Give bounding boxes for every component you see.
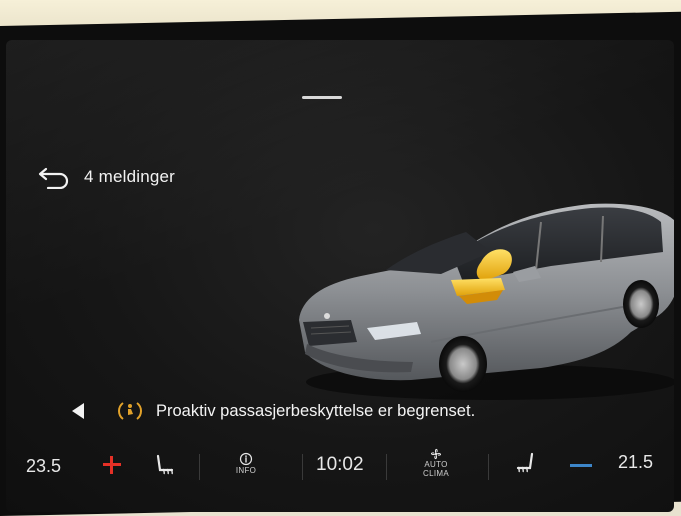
info-label: INFO bbox=[235, 466, 257, 475]
passenger-protection-warning-icon bbox=[118, 402, 142, 420]
pull-down-handle[interactable] bbox=[302, 96, 342, 99]
back-arrow-icon bbox=[38, 167, 69, 189]
clock: 10:02 bbox=[316, 454, 364, 475]
divider bbox=[386, 454, 387, 480]
climate-bar: 23.5 INFO 10:02 AUTO CLIMA 21.5 bbox=[6, 436, 674, 496]
previous-arrow-icon[interactable] bbox=[72, 403, 84, 419]
divider bbox=[199, 454, 200, 480]
auto-label: AUTO bbox=[424, 460, 448, 469]
plus-icon[interactable] bbox=[101, 454, 123, 476]
infotainment-screen: 4 meldinger Proaktiv passasjerbeskyttels… bbox=[6, 40, 674, 512]
info-icon bbox=[239, 452, 253, 466]
seat-heating-right-icon[interactable] bbox=[510, 450, 538, 478]
clima-label: CLIMA bbox=[423, 469, 449, 478]
messages-count-label: 4 meldinger bbox=[84, 167, 176, 186]
right-temperature[interactable]: 21.5 bbox=[618, 452, 653, 473]
auto-clima-button[interactable]: AUTO CLIMA bbox=[416, 448, 456, 478]
seat-heating-left-icon[interactable] bbox=[152, 452, 180, 480]
message-text: Proaktiv passasjerbeskyttelse er begrens… bbox=[156, 401, 476, 420]
left-temperature[interactable]: 23.5 bbox=[26, 456, 61, 477]
back-button[interactable]: 4 meldinger bbox=[38, 162, 175, 192]
car-illustration bbox=[299, 203, 674, 400]
info-button[interactable]: INFO bbox=[228, 452, 264, 475]
divider bbox=[302, 454, 303, 480]
message-row: Proaktiv passasjerbeskyttelse er begrens… bbox=[72, 394, 592, 428]
divider bbox=[488, 454, 489, 480]
fan-icon bbox=[431, 449, 441, 459]
minus-icon[interactable] bbox=[570, 464, 592, 467]
